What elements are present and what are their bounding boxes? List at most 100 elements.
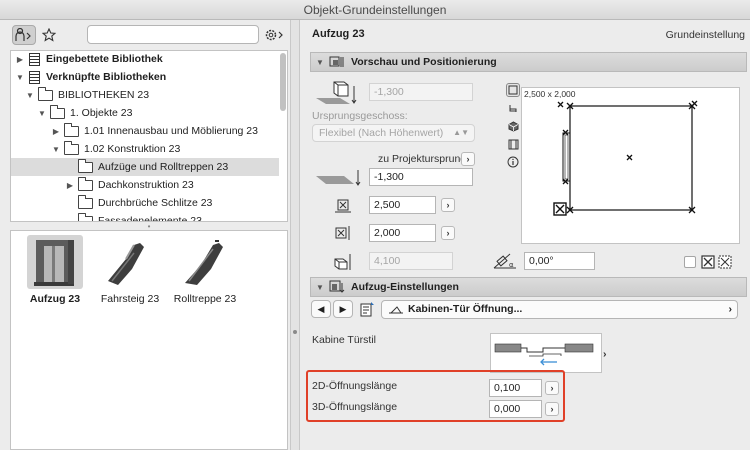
- tree-row[interactable]: ▼ 1. Objekte 23: [11, 104, 279, 122]
- folder-icon: [38, 86, 53, 101]
- tree-row[interactable]: ▼ Verknüpfte Bibliotheken: [11, 68, 279, 86]
- expanded-triangle-icon[interactable]: ▼: [51, 145, 61, 154]
- thumbnail-aufzug[interactable]: Aufzug 23: [21, 235, 89, 307]
- folder-icon: [64, 122, 79, 137]
- settings-menu-button[interactable]: [262, 25, 286, 45]
- parameter-list-icon[interactable]: [358, 300, 376, 318]
- thumbnail-label: Aufzug 23: [29, 293, 81, 305]
- plan-view-button[interactable]: [506, 83, 520, 97]
- tree-scrollbar[interactable]: [280, 53, 286, 111]
- tree-row-label: Dachkonstruktion 23: [98, 179, 194, 191]
- elevator-thumbnail-icon: [27, 235, 83, 289]
- tree-row[interactable]: ▶ Dachkonstruktion 23: [11, 176, 279, 194]
- dimension-h-field[interactable]: 4,100: [369, 252, 453, 270]
- section-view-button[interactable]: [506, 101, 520, 115]
- select-chevron-icon: ▲▼: [453, 128, 469, 137]
- library-person-icon: [15, 28, 31, 41]
- library-search-input[interactable]: [87, 25, 259, 44]
- section-lift-header[interactable]: ▼ Aufzug-Einstellungen: [310, 277, 747, 297]
- origin-story-select[interactable]: Flexibel (Nach Höhenwert) ▲▼: [312, 124, 475, 142]
- opening-2d-link-button[interactable]: ›: [545, 381, 559, 395]
- tree-row-label: Aufzüge und Rolltreppen 23: [98, 161, 229, 173]
- default-settings-link[interactable]: Grundeinstellung: [666, 29, 745, 41]
- thumbnail-label: Fahrsteig 23: [100, 293, 160, 305]
- chair-icon: [509, 105, 517, 112]
- dimension-b-link-button[interactable]: ›: [441, 226, 455, 240]
- elevation-view-button[interactable]: [506, 137, 520, 151]
- opening-2d-field[interactable]: 0,100: [489, 379, 542, 397]
- opening-3d-field[interactable]: 0,000: [489, 400, 542, 418]
- tree-row-label: Fassadenelemente 23: [98, 215, 202, 222]
- pane-divider[interactable]: [290, 20, 300, 450]
- section-preview-header[interactable]: ▼ Vorschau und Positionierung: [310, 52, 747, 72]
- tree-row-label: 1.02 Konstruktion 23: [84, 143, 181, 155]
- tree-row[interactable]: ▶ Eingebettete Bibliothek: [11, 51, 279, 68]
- project-origin-label: zu Projektursprung: [378, 153, 467, 165]
- library-tree[interactable]: ▶ Eingebettete Bibliothek ▼ Verknüpfte Bibl…: [10, 50, 288, 222]
- cube-icon: [508, 120, 518, 132]
- moving-walkway-thumbnail-icon: [102, 235, 158, 289]
- library-view-button[interactable]: [12, 25, 36, 45]
- divider-grip-icon: [293, 330, 297, 334]
- rotation-angle-field[interactable]: 0,00°: [524, 252, 595, 270]
- dimension-b-field[interactable]: 2,000: [369, 224, 436, 242]
- expanded-triangle-icon[interactable]: ▼: [25, 91, 35, 100]
- mirror-dashed-icon: [718, 255, 732, 269]
- tree-row[interactable]: Durchbrüche Schlitze 23: [11, 194, 279, 212]
- folder-icon: [64, 140, 79, 155]
- tree-row-label: Verknüpfte Bibliotheken: [46, 71, 167, 83]
- dimension-a-field[interactable]: 2,500: [369, 196, 436, 214]
- door-style-chevron-icon[interactable]: ›: [603, 348, 607, 360]
- project-origin-toggle-button[interactable]: ›: [461, 152, 475, 166]
- tree-row[interactable]: ▼ BIBLIOTHEKEN 23: [11, 86, 279, 104]
- star-icon: [42, 28, 56, 42]
- tree-row[interactable]: Aufzüge und Rolltreppen 23: [11, 158, 279, 176]
- expanded-triangle-icon[interactable]: ▼: [37, 109, 47, 118]
- thumbnail-rolltreppe[interactable]: Rolltreppe 23: [171, 235, 239, 307]
- next-page-button[interactable]: ▶: [333, 300, 353, 318]
- tree-row-label: 1. Objekte 23: [70, 107, 133, 119]
- dimension-a-link-button[interactable]: ›: [441, 198, 455, 212]
- folder-icon: [78, 158, 93, 173]
- door-style-picker[interactable]: [490, 333, 602, 373]
- door-opening-icon: [389, 306, 403, 314]
- section-title: Vorschau und Positionierung: [351, 56, 497, 68]
- svg-text:α: α: [509, 261, 514, 269]
- sliding-door-icon: [494, 343, 594, 366]
- favorites-button[interactable]: [40, 25, 58, 45]
- door-style-label: Kabine Türstil: [312, 334, 377, 346]
- tree-row[interactable]: ▶ 1.01 Innenausbau und Möblierung 23: [11, 122, 279, 140]
- folder-icon: [78, 194, 93, 209]
- preview-positioning-icon: [329, 56, 344, 67]
- panel-splitter-handle[interactable]: •: [10, 223, 288, 231]
- origin-story-value: Flexibel (Nach Höhenwert): [319, 127, 444, 139]
- tree-row-label: Eingebettete Bibliothek: [46, 53, 163, 65]
- 3d-view-button[interactable]: [506, 119, 520, 133]
- opening-3d-label: 3D-Öffnungslänge: [312, 401, 398, 413]
- collapse-triangle-icon: ▼: [316, 282, 324, 292]
- plan-preview: 2,500 x 2,000: [521, 87, 740, 244]
- info-button[interactable]: [506, 155, 520, 169]
- tree-row-label: 1.01 Innenausbau und Möblierung 23: [84, 125, 258, 137]
- info-icon: [507, 156, 519, 168]
- tree-row-label: Durchbrüche Schlitze 23: [98, 197, 213, 209]
- elevation-field[interactable]: -1,300: [369, 83, 473, 101]
- section-title: Aufzug-Einstellungen: [351, 281, 459, 293]
- expanded-triangle-icon[interactable]: ▼: [15, 73, 25, 82]
- opening-2d-label: 2D-Öffnungslänge: [312, 380, 398, 392]
- square-icon: [508, 85, 518, 95]
- thumbnail-fahrsteig[interactable]: Fahrsteig 23: [96, 235, 164, 307]
- collapsed-triangle-icon[interactable]: ▶: [15, 55, 25, 64]
- tree-row[interactable]: Fassadenelemente 23: [11, 212, 279, 222]
- collapsed-triangle-icon[interactable]: ▶: [65, 181, 75, 190]
- height-dimension-icon: [332, 252, 352, 272]
- thumbnail-label: Rolltreppe 23: [173, 293, 237, 305]
- mirror-checkbox[interactable]: [684, 256, 696, 268]
- library-icon: [29, 70, 40, 84]
- previous-page-button[interactable]: ◀: [311, 300, 331, 318]
- tree-row[interactable]: ▼ 1.02 Konstruktion 23: [11, 140, 279, 158]
- opening-3d-link-button[interactable]: ›: [545, 402, 559, 416]
- collapsed-triangle-icon[interactable]: ▶: [51, 127, 61, 136]
- parameter-page-select[interactable]: Kabinen-Tür Öffnung... ›: [381, 300, 738, 319]
- project-origin-field[interactable]: -1,300: [369, 168, 473, 186]
